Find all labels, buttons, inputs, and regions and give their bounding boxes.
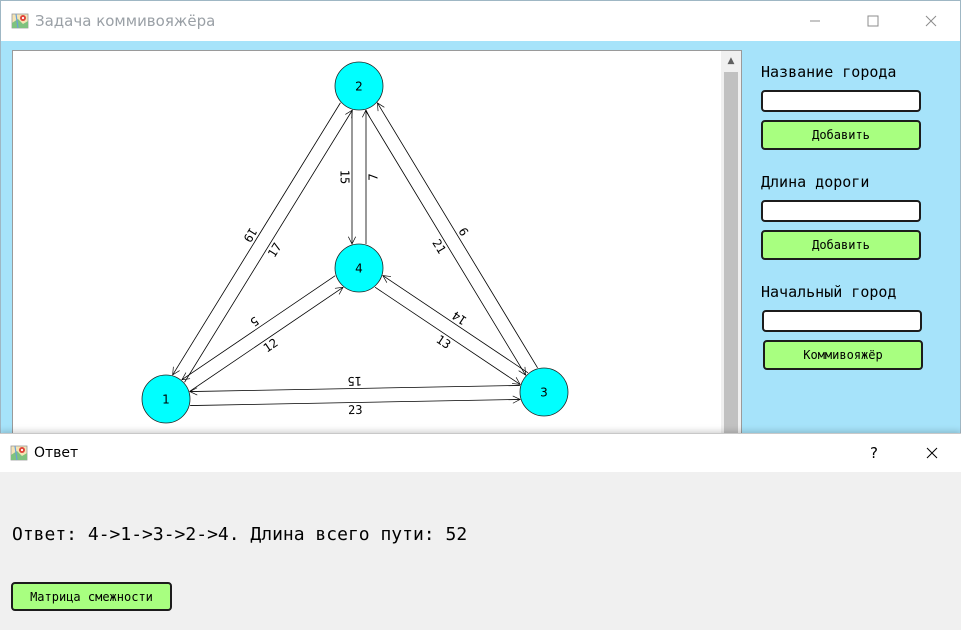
close-icon <box>926 447 938 459</box>
edge-weight-label: 19 <box>240 225 260 245</box>
city-name-label: Название города <box>761 63 897 81</box>
city-node-label: 4 <box>355 262 363 276</box>
maximize-icon <box>867 15 879 27</box>
graph-drawing: 171971521912513142315241 3 <box>141 61 569 424</box>
edge-weight-label: 9 <box>456 225 472 238</box>
edge-weight-label: 17 <box>265 240 285 260</box>
city-node-label: 1 <box>162 393 170 407</box>
dialog-title: Ответ <box>34 445 79 461</box>
edge-weight-label: 7 <box>367 173 381 180</box>
answer-text: Ответ: 4->1->3->2->4. Длина всего пути: … <box>12 524 468 545</box>
edge-weight-label: 21 <box>429 237 448 257</box>
start-city-input[interactable] <box>762 310 922 332</box>
scroll-up-arrow-icon[interactable]: ▲ <box>721 51 741 71</box>
main-window-title: Задача коммивояжёра <box>35 12 216 30</box>
scrollbar-thumb[interactable] <box>724 72 738 439</box>
edge-weight-label: 15 <box>347 374 362 388</box>
map-icon <box>10 444 28 462</box>
city-node-label: 3 <box>540 386 548 400</box>
edge-weight-label: 15 <box>338 170 352 184</box>
edge-weight-label: 13 <box>434 332 454 352</box>
vertical-scrollbar[interactable]: ▲ <box>721 51 741 439</box>
answer-dialog: Ответ ? Ответ: 4->1->3->2->4. Длина всег… <box>0 433 961 630</box>
adjacency-matrix-button[interactable]: Матрица смежности <box>11 582 172 611</box>
graph-canvas[interactable]: 17 19 7 15 21 9 12 5 13 14 23 15 2 4 1 3 ▲ <box>12 50 742 440</box>
help-button[interactable]: ? <box>845 434 903 472</box>
minimize-icon <box>810 20 820 22</box>
edge-weight-label: 12 <box>261 336 281 356</box>
minimize-button[interactable] <box>786 1 844 41</box>
close-icon <box>925 15 937 27</box>
dialog-titlebar[interactable]: Ответ ? <box>0 434 961 472</box>
start-city-label: Начальный город <box>761 283 897 301</box>
edge-weight-label: 14 <box>450 308 470 328</box>
add-road-button[interactable]: Добавить <box>761 230 921 260</box>
edge-weight-label: 5 <box>247 314 261 330</box>
edge-weight-label: 23 <box>348 403 363 417</box>
road-length-input[interactable] <box>761 200 921 222</box>
maximize-button[interactable] <box>844 1 902 41</box>
add-city-button[interactable]: Добавить <box>761 120 921 150</box>
road-length-label: Длина дороги <box>761 173 870 191</box>
city-node-label: 2 <box>355 80 363 94</box>
close-button[interactable] <box>902 1 960 41</box>
city-name-input[interactable] <box>761 90 921 112</box>
main-titlebar[interactable]: Задача коммивояжёра <box>1 1 960 41</box>
map-icon <box>11 12 29 30</box>
dialog-close-button[interactable] <box>903 434 961 472</box>
salesman-button[interactable]: Коммивояжёр <box>763 340 923 370</box>
